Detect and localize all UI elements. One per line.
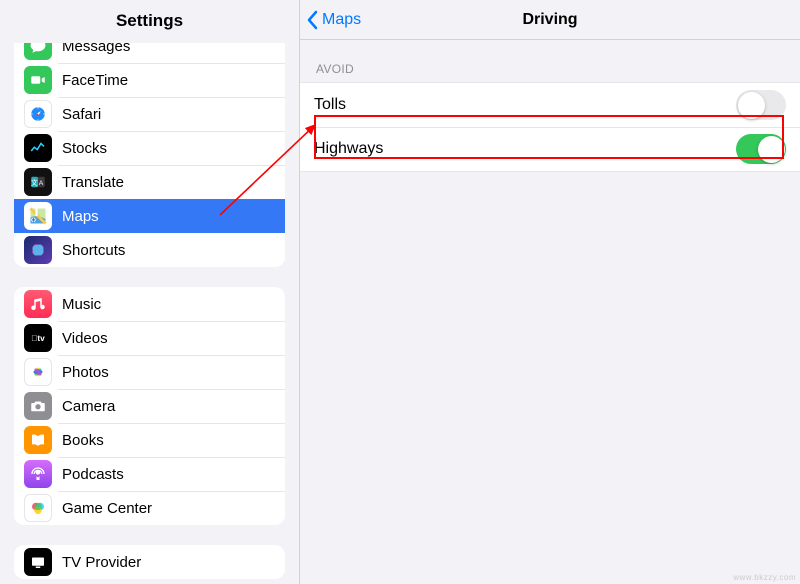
sidebar-item-label: FaceTime bbox=[62, 72, 128, 89]
facetime-icon bbox=[24, 66, 52, 94]
safari-icon bbox=[24, 100, 52, 128]
sidebar-item-tv-provider[interactable]: TV Provider bbox=[14, 545, 285, 579]
sidebar-group: Music tv Videos Photos bbox=[14, 287, 285, 525]
settings-sidebar: Settings Messages FaceTime bbox=[0, 0, 300, 584]
translate-icon: 文A bbox=[24, 168, 52, 196]
sidebar-item-stocks[interactable]: Stocks bbox=[14, 131, 285, 165]
sidebar-item-label: Music bbox=[62, 296, 101, 313]
game-center-icon bbox=[24, 494, 52, 522]
row-highways[interactable]: Highways bbox=[300, 127, 800, 171]
videos-icon: tv bbox=[24, 324, 52, 352]
sidebar-group: TV Provider bbox=[14, 545, 285, 579]
chevron-left-icon bbox=[306, 10, 320, 30]
sidebar-item-game-center[interactable]: Game Center bbox=[14, 491, 285, 525]
sidebar-title: Settings bbox=[0, 0, 299, 43]
sidebar-item-music[interactable]: Music bbox=[14, 287, 285, 321]
sidebar-item-shortcuts[interactable]: Shortcuts bbox=[14, 233, 285, 267]
svg-text:tv: tv bbox=[31, 334, 45, 343]
sidebar-item-label: Maps bbox=[62, 208, 99, 225]
music-icon bbox=[24, 290, 52, 318]
toggle-tolls[interactable] bbox=[736, 90, 786, 120]
maps-icon bbox=[24, 202, 52, 230]
sidebar-item-label: Podcasts bbox=[62, 466, 124, 483]
back-label: Maps bbox=[322, 11, 361, 29]
back-button[interactable]: Maps bbox=[300, 10, 361, 30]
sidebar-item-camera[interactable]: Camera bbox=[14, 389, 285, 423]
svg-text:A: A bbox=[39, 180, 44, 187]
shortcuts-icon bbox=[24, 236, 52, 264]
nav-bar: Maps Driving bbox=[300, 0, 800, 40]
watermark: www.bkzzy.com bbox=[733, 573, 796, 582]
sidebar-scroll[interactable]: Messages FaceTime Safari bbox=[0, 43, 299, 584]
sidebar-item-safari[interactable]: Safari bbox=[14, 97, 285, 131]
books-icon bbox=[24, 426, 52, 454]
photos-icon bbox=[24, 358, 52, 386]
sidebar-item-label: TV Provider bbox=[62, 554, 141, 571]
sidebar-item-label: Books bbox=[62, 432, 104, 449]
stocks-icon bbox=[24, 134, 52, 162]
row-label: Tolls bbox=[314, 96, 346, 114]
row-label: Highways bbox=[314, 140, 383, 158]
svg-text:文: 文 bbox=[31, 178, 38, 187]
sidebar-item-label: Shortcuts bbox=[62, 242, 125, 259]
sidebar-item-label: Videos bbox=[62, 330, 108, 347]
podcasts-icon bbox=[24, 460, 52, 488]
sidebar-item-photos[interactable]: Photos bbox=[14, 355, 285, 389]
sidebar-item-label: Messages bbox=[62, 43, 130, 55]
sidebar-item-translate[interactable]: 文A Translate bbox=[14, 165, 285, 199]
sidebar-item-maps[interactable]: Maps bbox=[14, 199, 285, 233]
sidebar-item-label: Stocks bbox=[62, 140, 107, 157]
row-tolls[interactable]: Tolls bbox=[300, 83, 800, 127]
sidebar-item-label: Photos bbox=[62, 364, 109, 381]
sidebar-group: Messages FaceTime Safari bbox=[14, 43, 285, 267]
sidebar-item-videos[interactable]: tv Videos bbox=[14, 321, 285, 355]
tv-provider-icon bbox=[24, 548, 52, 576]
sidebar-item-label: Game Center bbox=[62, 500, 152, 517]
sidebar-item-books[interactable]: Books bbox=[14, 423, 285, 457]
detail-pane: Maps Driving AVOID Tolls Highways bbox=[300, 0, 800, 584]
sidebar-item-label: Safari bbox=[62, 106, 101, 123]
messages-icon bbox=[24, 43, 52, 60]
sidebar-item-messages[interactable]: Messages bbox=[14, 43, 285, 63]
sidebar-item-podcasts[interactable]: Podcasts bbox=[14, 457, 285, 491]
section-header-avoid: AVOID bbox=[300, 40, 800, 82]
sidebar-item-label: Translate bbox=[62, 174, 124, 191]
sidebar-item-facetime[interactable]: FaceTime bbox=[14, 63, 285, 97]
nav-title: Driving bbox=[300, 11, 800, 29]
sidebar-item-label: Camera bbox=[62, 398, 115, 415]
camera-icon bbox=[24, 392, 52, 420]
toggle-highways[interactable] bbox=[736, 134, 786, 164]
avoid-rows: Tolls Highways bbox=[300, 82, 800, 172]
